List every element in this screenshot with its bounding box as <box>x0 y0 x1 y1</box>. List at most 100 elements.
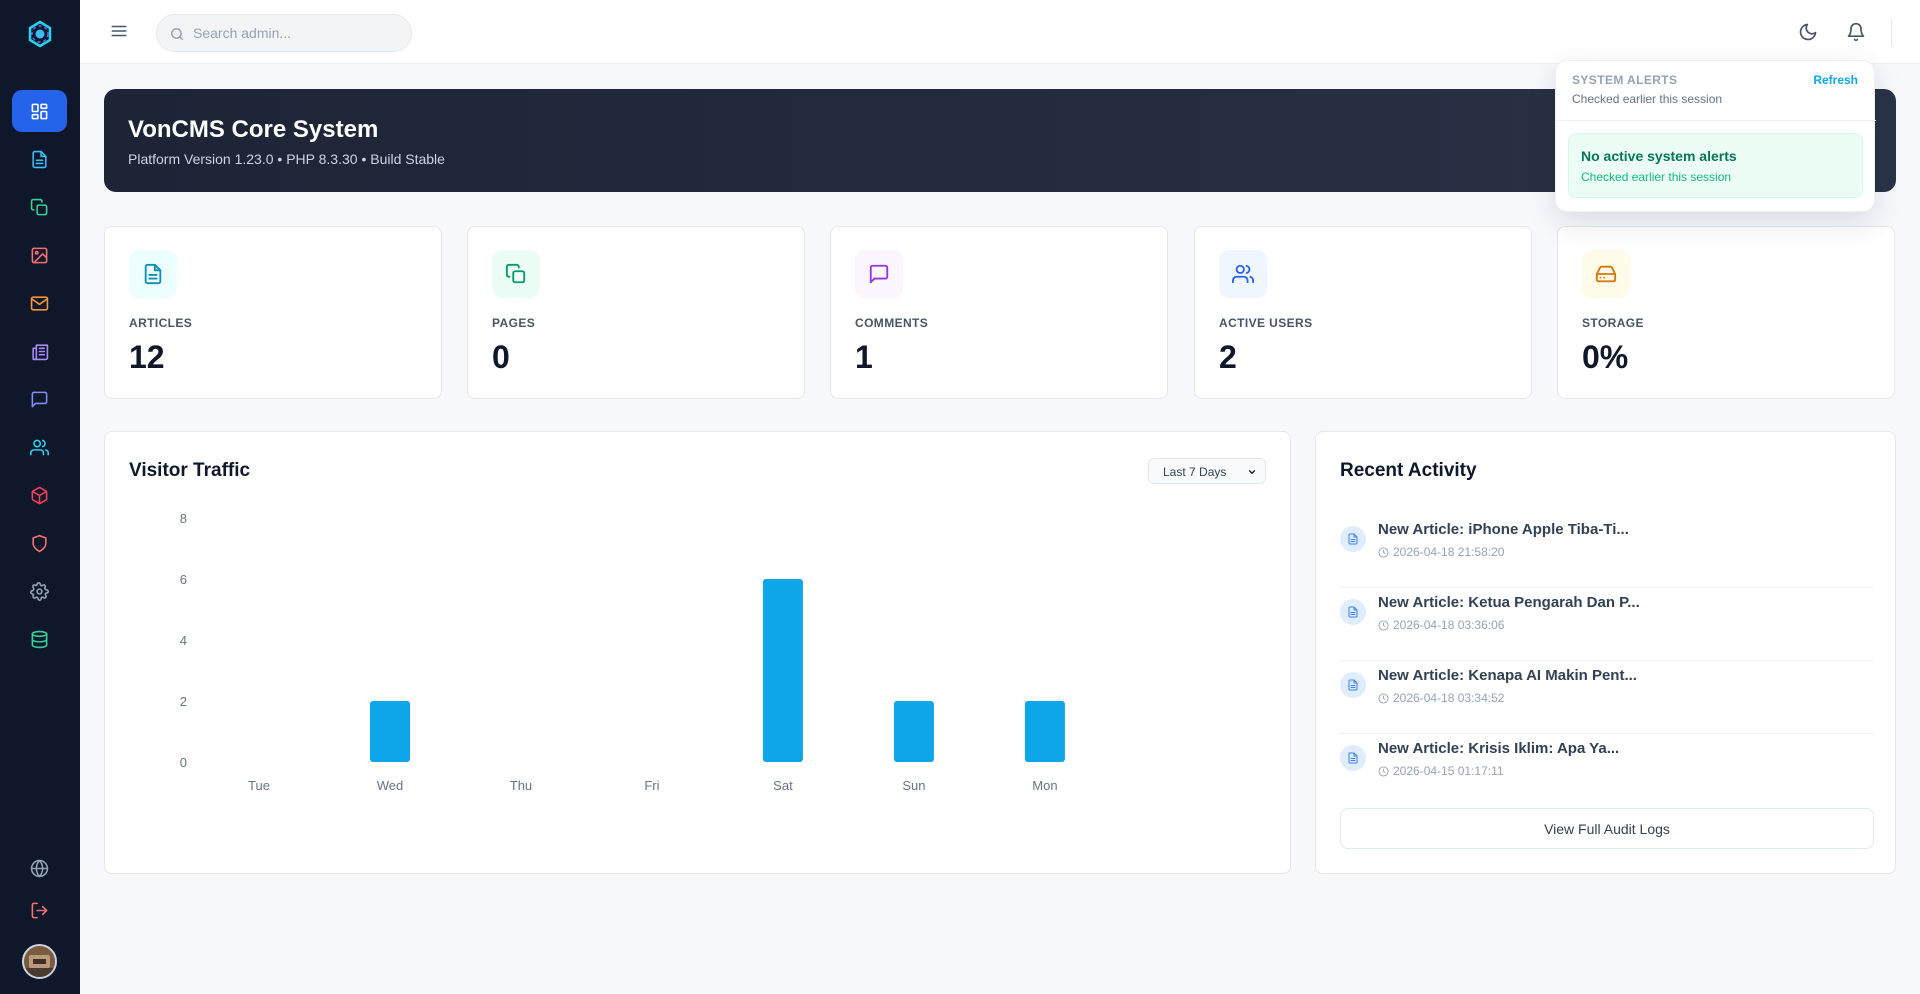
activity-title: New Article: iPhone Apple Tiba-Ti... <box>1378 521 1629 538</box>
bar-sat[interactable] <box>762 579 803 762</box>
activity-time: 2026-04-18 03:36:06 <box>1378 618 1504 632</box>
stat-icon-wrap <box>1582 250 1630 298</box>
activity-item[interactable]: New Article: Krisis Iklim: Apa Ya... 202… <box>1340 734 1874 807</box>
activity-item[interactable]: New Article: Ketua Pengarah Dan P... 202… <box>1340 588 1874 661</box>
file-text-icon <box>1348 606 1358 618</box>
activity-time: 2026-04-18 21:58:20 <box>1378 545 1504 559</box>
stat-card-comments[interactable]: COMMENTS 1 <box>830 226 1168 399</box>
recent-activity-panel: Recent Activity New Article: iPhone Appl… <box>1315 431 1896 874</box>
stat-card-storage[interactable]: STORAGE 0% <box>1557 226 1895 399</box>
divider <box>1556 120 1876 121</box>
activity-timestamp: 2026-04-18 03:34:52 <box>1393 691 1505 705</box>
x-tick-label: Mon <box>1032 778 1057 793</box>
sidebar-item-dashboard[interactable] <box>12 90 67 132</box>
copy-icon <box>30 198 48 215</box>
y-tick-label: 4 <box>180 633 187 648</box>
alerts-status-title: No active system alerts <box>1581 148 1737 164</box>
stat-card-active-users[interactable]: ACTIVE USERS 2 <box>1194 226 1532 399</box>
stat-value: 0% <box>1582 339 1629 375</box>
stat-icon-wrap <box>855 250 903 298</box>
stat-label: PAGES <box>492 316 536 330</box>
topbar <box>80 0 1920 64</box>
refresh-button[interactable]: Refresh <box>1813 73 1858 87</box>
sidebar <box>0 0 80 994</box>
alerts-heading: SYSTEM ALERTS <box>1572 73 1678 87</box>
sidebar-item-pages[interactable] <box>12 186 67 228</box>
logo-icon[interactable] <box>26 20 54 48</box>
bar-sun[interactable] <box>893 701 934 762</box>
sidebar-item-media[interactable] <box>12 234 67 276</box>
sidebar-item-news[interactable] <box>12 330 67 372</box>
search-icon <box>171 28 183 40</box>
file-text-icon <box>1348 533 1358 545</box>
alerts-status-subtitle: Checked earlier this session <box>1581 170 1732 184</box>
activity-icon-wrap <box>1340 526 1366 552</box>
y-tick-label: 8 <box>180 511 187 526</box>
stat-icon-wrap <box>492 250 540 298</box>
mail-icon <box>30 295 49 311</box>
alerts-subtitle: Checked earlier this session <box>1572 92 1723 106</box>
view-audit-logs-button[interactable]: View Full Audit Logs <box>1340 808 1874 849</box>
activity-title: New Article: Kenapa AI Makin Pent... <box>1378 667 1637 684</box>
menu-icon[interactable] <box>110 22 128 40</box>
activity-title: New Article: Ketua Pengarah Dan P... <box>1378 594 1640 611</box>
panel-title: Recent Activity <box>1340 460 1477 481</box>
range-select[interactable]: Last 7 Days <box>1148 458 1266 484</box>
sidebar-item-plugins[interactable] <box>12 474 67 516</box>
database-icon <box>31 630 48 648</box>
divider <box>1891 20 1892 46</box>
file-text-icon <box>1348 752 1358 764</box>
users-icon <box>1232 264 1254 284</box>
alerts-status-box: No active system alerts Checked earlier … <box>1568 133 1863 198</box>
activity-icon-wrap <box>1340 672 1366 698</box>
package-icon <box>31 486 48 504</box>
activity-item[interactable]: New Article: iPhone Apple Tiba-Ti... 202… <box>1340 515 1874 588</box>
sidebar-item-security[interactable] <box>12 522 67 564</box>
activity-title: New Article: Krisis Iklim: Apa Ya... <box>1378 740 1620 757</box>
sidebar-item-settings[interactable] <box>12 570 67 612</box>
version-info: Platform Version 1.23.0 • PHP 8.3.30 • B… <box>128 151 445 167</box>
activity-time: 2026-04-15 01:17:11 <box>1378 764 1504 778</box>
range-select-value: Last 7 Days <box>1163 465 1227 479</box>
stat-value: 2 <box>1219 339 1237 375</box>
visitor-traffic-panel: 0 2 4 6 8 Tue Wed Thu Fri Sat Sun Mon Visitor Traff… <box>104 431 1291 874</box>
bar-wed[interactable] <box>369 701 410 762</box>
bell-icon[interactable] <box>1846 22 1866 42</box>
file-text-icon <box>1348 679 1358 691</box>
y-tick-label: 6 <box>180 572 187 587</box>
x-tick-label: Tue <box>248 778 270 793</box>
sidebar-item-comments[interactable] <box>12 378 67 420</box>
sidebar-item-database[interactable] <box>12 618 67 660</box>
x-tick-label: Sat <box>773 778 793 793</box>
x-tick-label: Fri <box>644 778 659 793</box>
copy-icon <box>505 263 526 284</box>
stat-value: 0 <box>492 339 510 375</box>
sidebar-item-website[interactable] <box>12 847 67 889</box>
stat-card-pages[interactable]: PAGES 0 <box>467 226 805 399</box>
panel-title: Visitor Traffic <box>129 460 251 481</box>
x-tick-label: Thu <box>510 778 532 793</box>
y-tick-label: 0 <box>180 755 187 770</box>
stat-card-articles[interactable]: ARTICLES 12 <box>104 226 442 399</box>
message-square-icon <box>869 264 889 284</box>
stat-label: COMMENTS <box>855 316 929 330</box>
x-tick-label: Sun <box>902 778 925 793</box>
newspaper-icon <box>32 343 49 360</box>
moon-icon[interactable] <box>1798 22 1818 42</box>
sidebar-item-users[interactable] <box>12 426 67 468</box>
bar-mon[interactable] <box>1024 701 1065 762</box>
page-title: VonCMS Core System <box>128 116 379 143</box>
avatar[interactable] <box>22 944 57 979</box>
clock-icon <box>1378 619 1389 631</box>
search-input[interactable] <box>193 15 403 51</box>
activity-icon-wrap <box>1340 599 1366 625</box>
sidebar-item-mail[interactable] <box>12 282 67 324</box>
clock-icon <box>1378 692 1389 704</box>
logout-icon <box>31 902 48 918</box>
gear-icon <box>30 581 49 601</box>
sidebar-item-logout[interactable] <box>12 889 67 931</box>
activity-item[interactable]: New Article: Kenapa AI Makin Pent... 202… <box>1340 661 1874 734</box>
sidebar-item-articles[interactable] <box>12 138 67 180</box>
stat-label: STORAGE <box>1582 316 1644 330</box>
activity-timestamp: 2026-04-18 21:58:20 <box>1393 545 1505 559</box>
